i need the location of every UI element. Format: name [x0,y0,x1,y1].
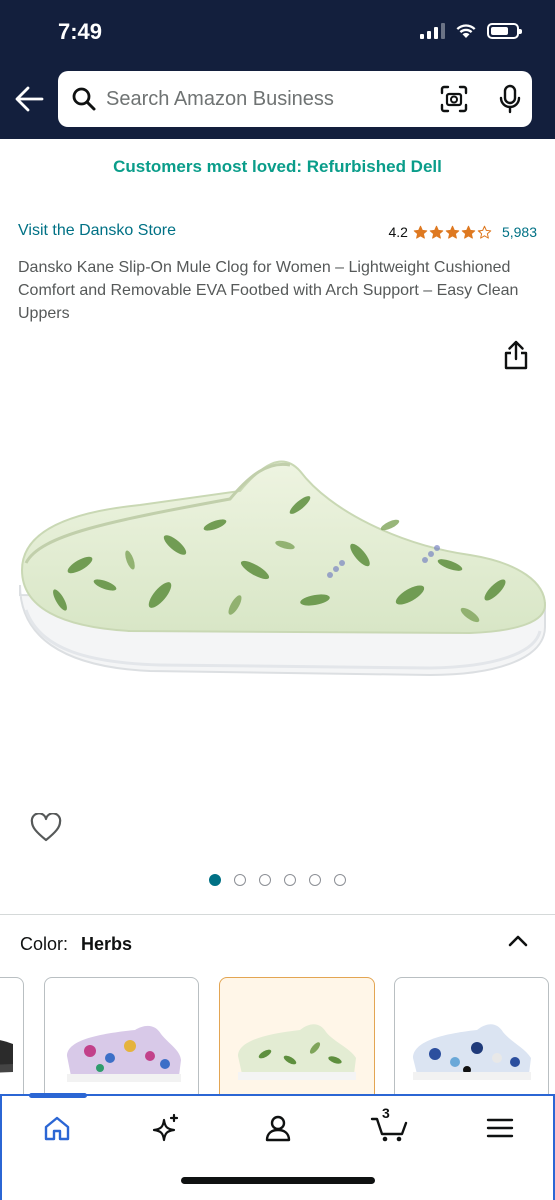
home-icon [44,1116,70,1141]
star-icon [429,225,444,239]
carousel-dot[interactable] [284,874,296,886]
carousel-dot[interactable] [209,874,221,886]
battery-icon [487,22,522,39]
image-carousel-dots [0,874,555,886]
battery-fill [491,26,508,35]
chevron-up-icon[interactable] [506,931,530,951]
back-button[interactable] [10,80,48,118]
search-icon [72,87,96,111]
nav-ai-assistant[interactable] [146,1110,186,1146]
variant-image [413,1024,531,1080]
product-image[interactable] [0,395,555,775]
variant-swatch-herbs[interactable] [219,977,375,1097]
color-variant-carousel [0,977,555,1097]
color-label: Color: [20,934,69,954]
hamburger-icon [486,1118,514,1138]
variant-image [0,1040,13,1073]
status-time: 7:49 [58,19,103,44]
arrow-left-icon [15,86,44,112]
rating-value: 4.2 [388,224,408,240]
cart-count-badge: 3 [382,1105,390,1121]
variant-swatch-black[interactable] [0,977,24,1097]
heart-icon[interactable] [30,813,62,843]
nav-home[interactable] [37,1110,77,1146]
app-header: 7:49 [0,0,555,139]
carousel-dot[interactable] [309,874,321,886]
store-link[interactable]: Visit the Dansko Store [18,222,176,240]
search-input[interactable] [106,81,436,117]
star-rating [413,225,492,240]
share-icon[interactable] [503,340,529,370]
color-selector-label: Color: Herbs [20,934,132,955]
active-tab-indicator [29,1093,87,1098]
cellular-signal-icon [420,22,445,39]
wifi-icon [456,24,476,38]
status-icons [420,22,522,39]
star-icon [477,225,492,239]
variant-image [67,1025,181,1082]
nav-cart[interactable]: 3 [368,1105,412,1146]
nav-menu[interactable] [480,1110,520,1146]
star-icon [461,225,476,239]
color-value: Herbs [81,934,133,954]
camera-scan-icon[interactable] [440,85,468,113]
variant-swatch-multi-floral[interactable] [44,977,199,1097]
star-icon [445,225,460,239]
divider [0,914,555,915]
carousel-dot[interactable] [234,874,246,886]
rating-summary[interactable]: 4.2 5,983 [388,224,537,240]
review-count[interactable]: 5,983 [502,224,537,240]
search-bar[interactable] [58,71,532,127]
person-icon [265,1115,291,1142]
variant-image [238,1024,356,1080]
bottom-navigation: 3 [0,1093,555,1200]
cart-icon [370,1117,408,1142]
variant-swatch-blue-floral[interactable] [394,977,549,1097]
status-bar: 7:49 [0,0,555,62]
carousel-dot[interactable] [334,874,346,886]
product-title: Dansko Kane Slip-On Mule Clog for Women … [18,259,519,322]
nav-account[interactable] [258,1110,298,1146]
promo-banner[interactable]: Customers most loved: Refurbished Dell [0,157,555,177]
star-icon [413,225,428,239]
carousel-dot[interactable] [259,874,271,886]
home-indicator [181,1177,375,1184]
sparkle-icon [152,1113,179,1142]
microphone-icon[interactable] [498,84,522,114]
